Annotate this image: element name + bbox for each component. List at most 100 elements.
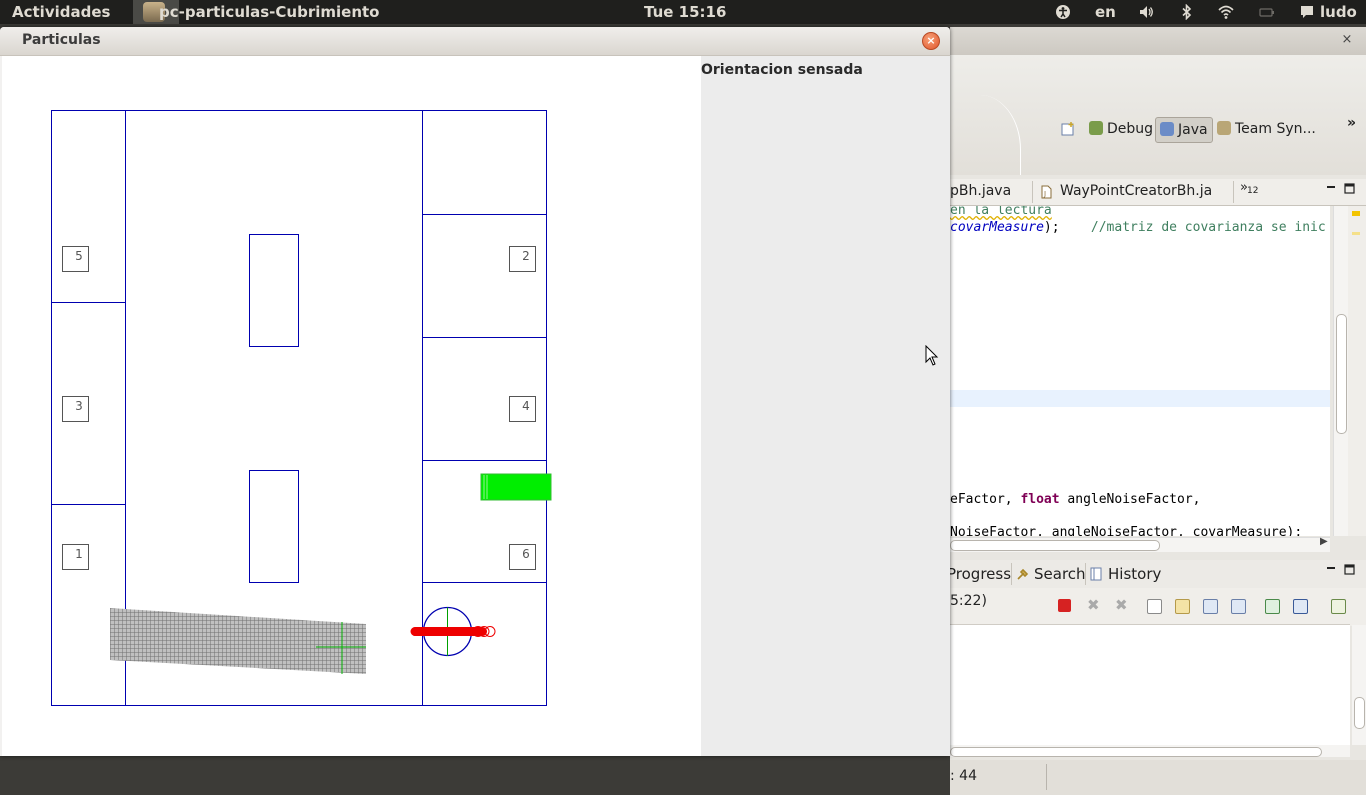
accessibility-icon[interactable]	[1055, 4, 1071, 20]
scroll-thumb[interactable]	[950, 747, 1322, 757]
debug-bug-icon	[1089, 121, 1103, 135]
map-canvas[interactable]: 5 2 3 4 1 6	[2, 56, 701, 756]
console-horizontal-scrollbar[interactable]	[950, 745, 1350, 757]
minimize-icon[interactable]	[1326, 183, 1336, 193]
bottom-tab-bar: Progress Search History	[947, 560, 1366, 588]
code-line: NoiseFactor, angleNoiseFactor, covarMeas…	[950, 525, 1303, 536]
status-bar: : 44	[950, 760, 1366, 795]
perspective-debug[interactable]: Debug	[1089, 117, 1153, 141]
tab-waypointcreator[interactable]: WayPointCreatorBh.ja	[1060, 183, 1212, 199]
eclipse-toolbar: Debug Java Team Syn... »	[950, 55, 1366, 175]
keyboard-layout-indicator[interactable]: en	[1095, 3, 1116, 21]
particulas-window: Particulas × 5 2 3 4 1 6 Orientacion sen…	[0, 27, 950, 756]
code-line: en la lectura	[950, 206, 1052, 218]
particulas-titlebar[interactable]: Particulas ×	[0, 27, 950, 56]
tab-separator	[1032, 181, 1033, 203]
obstacle-upper	[249, 234, 299, 347]
clear-console-icon[interactable]	[1147, 599, 1162, 614]
perspective-team-sync[interactable]: Team Syn...	[1217, 117, 1316, 141]
open-perspective-icon[interactable]	[1061, 121, 1076, 136]
remove-launch-icon[interactable]: ✖	[1087, 598, 1100, 613]
room-label-6: 6	[522, 547, 530, 561]
perspective-java[interactable]: Java	[1155, 117, 1213, 143]
eclipse-close-button[interactable]: ×	[1340, 33, 1354, 47]
pin-console-icon[interactable]	[1265, 599, 1280, 614]
tabs-overflow-count: 12	[1247, 186, 1259, 196]
editor-vertical-scrollbar[interactable]	[1333, 206, 1348, 536]
obstacle-lower	[249, 470, 299, 583]
room-label-4: 4	[522, 399, 530, 413]
tab-progress[interactable]: Progress	[947, 565, 1011, 583]
java-perspective-icon	[1160, 122, 1174, 136]
perspective-java-label: Java	[1178, 122, 1208, 138]
room-label-box: 1	[62, 544, 89, 570]
target-block	[480, 473, 552, 501]
terminate-icon[interactable]	[1058, 599, 1071, 612]
word-wrap-icon[interactable]	[1203, 599, 1218, 614]
window-title: Particulas	[22, 32, 101, 48]
scroll-right-arrow[interactable]: ▶	[1320, 536, 1328, 547]
current-line-highlight	[950, 390, 1330, 407]
code-editor[interactable]: en la lectura covarMeasure); //matriz de…	[950, 206, 1330, 536]
scroll-lock-icon[interactable]	[1175, 599, 1190, 614]
top-panel: Actividades pc-particulas-Cubrimiento Tu…	[0, 0, 1366, 24]
room-label-2: 2	[522, 249, 530, 263]
scroll-thumb[interactable]	[1354, 697, 1365, 729]
target-marker	[480, 473, 552, 501]
search-flashlight-icon	[1017, 568, 1029, 580]
editor-tab-bar: pBh.java J WayPointCreatorBh.ja » 12	[950, 179, 1366, 206]
eclipse-window: × Debug Java Team Syn... » pBh.java J Wa…	[947, 27, 1366, 795]
tab-history[interactable]: History	[1108, 565, 1161, 583]
tab-loop-java[interactable]: pBh.java	[950, 183, 1011, 199]
room-label-5: 5	[75, 249, 83, 263]
orientation-panel: Orientacion sensada	[701, 56, 950, 756]
activities-button[interactable]: Actividades	[12, 3, 110, 21]
console-output[interactable]	[950, 624, 1366, 757]
console-vertical-scrollbar[interactable]	[1352, 625, 1366, 745]
show-console-icon[interactable]	[1231, 599, 1246, 614]
code-text: angleNoiseFactor,	[1059, 492, 1201, 507]
occurrence-marker[interactable]	[1352, 232, 1360, 235]
display-console-icon[interactable]	[1293, 599, 1308, 614]
room-label-1: 1	[75, 547, 83, 561]
overview-ruler	[1348, 206, 1366, 536]
open-console-icon[interactable]	[1331, 599, 1346, 614]
scroll-thumb[interactable]	[950, 540, 1160, 551]
remove-all-icon[interactable]: ✖	[1115, 598, 1128, 613]
scroll-thumb[interactable]	[1336, 314, 1347, 434]
tab-separator	[1233, 181, 1234, 203]
map-drawing: 5 2 3 4 1 6	[51, 110, 552, 706]
history-icon	[1090, 567, 1102, 581]
chat-icon[interactable]	[1299, 4, 1315, 20]
room-label-box: 4	[509, 396, 536, 422]
code-text: );	[1043, 220, 1060, 235]
code-keyword: float	[1020, 492, 1060, 507]
battery-icon[interactable]	[1259, 4, 1275, 20]
maximize-icon[interactable]	[1344, 183, 1355, 194]
warning-marker[interactable]	[1352, 211, 1360, 216]
clock[interactable]: Tue 15:16	[644, 3, 726, 21]
window-close-button[interactable]: ×	[922, 32, 940, 50]
eclipse-titlebar: ×	[950, 27, 1366, 55]
room-label-3: 3	[75, 399, 83, 413]
room-label-box: 3	[62, 396, 89, 422]
app-menu-title[interactable]: pc-particulas-Cubrimiento	[159, 3, 379, 21]
bluetooth-icon[interactable]	[1179, 4, 1195, 20]
maximize-icon[interactable]	[1344, 564, 1355, 575]
user-menu[interactable]: ludo	[1320, 3, 1357, 21]
java-file-icon: J	[1041, 185, 1052, 199]
tab-search[interactable]: Search	[1034, 565, 1086, 583]
tab-separator	[1011, 563, 1012, 585]
wifi-icon[interactable]	[1218, 4, 1234, 20]
perspective-team-label: Team Syn...	[1235, 121, 1316, 137]
minimize-icon[interactable]	[1326, 564, 1336, 574]
mouse-cursor-icon	[925, 345, 939, 366]
editor-horizontal-scrollbar[interactable]: ▶	[950, 536, 1330, 552]
room-label-box: 5	[62, 246, 89, 272]
room-label-box: 2	[509, 246, 536, 272]
progress-text: 5:22)	[950, 593, 987, 609]
volume-icon[interactable]	[1138, 4, 1154, 20]
perspective-debug-label: Debug	[1107, 121, 1154, 137]
code-param: covarMeasure	[950, 220, 1044, 235]
perspectives-overflow[interactable]: »	[1347, 111, 1356, 135]
